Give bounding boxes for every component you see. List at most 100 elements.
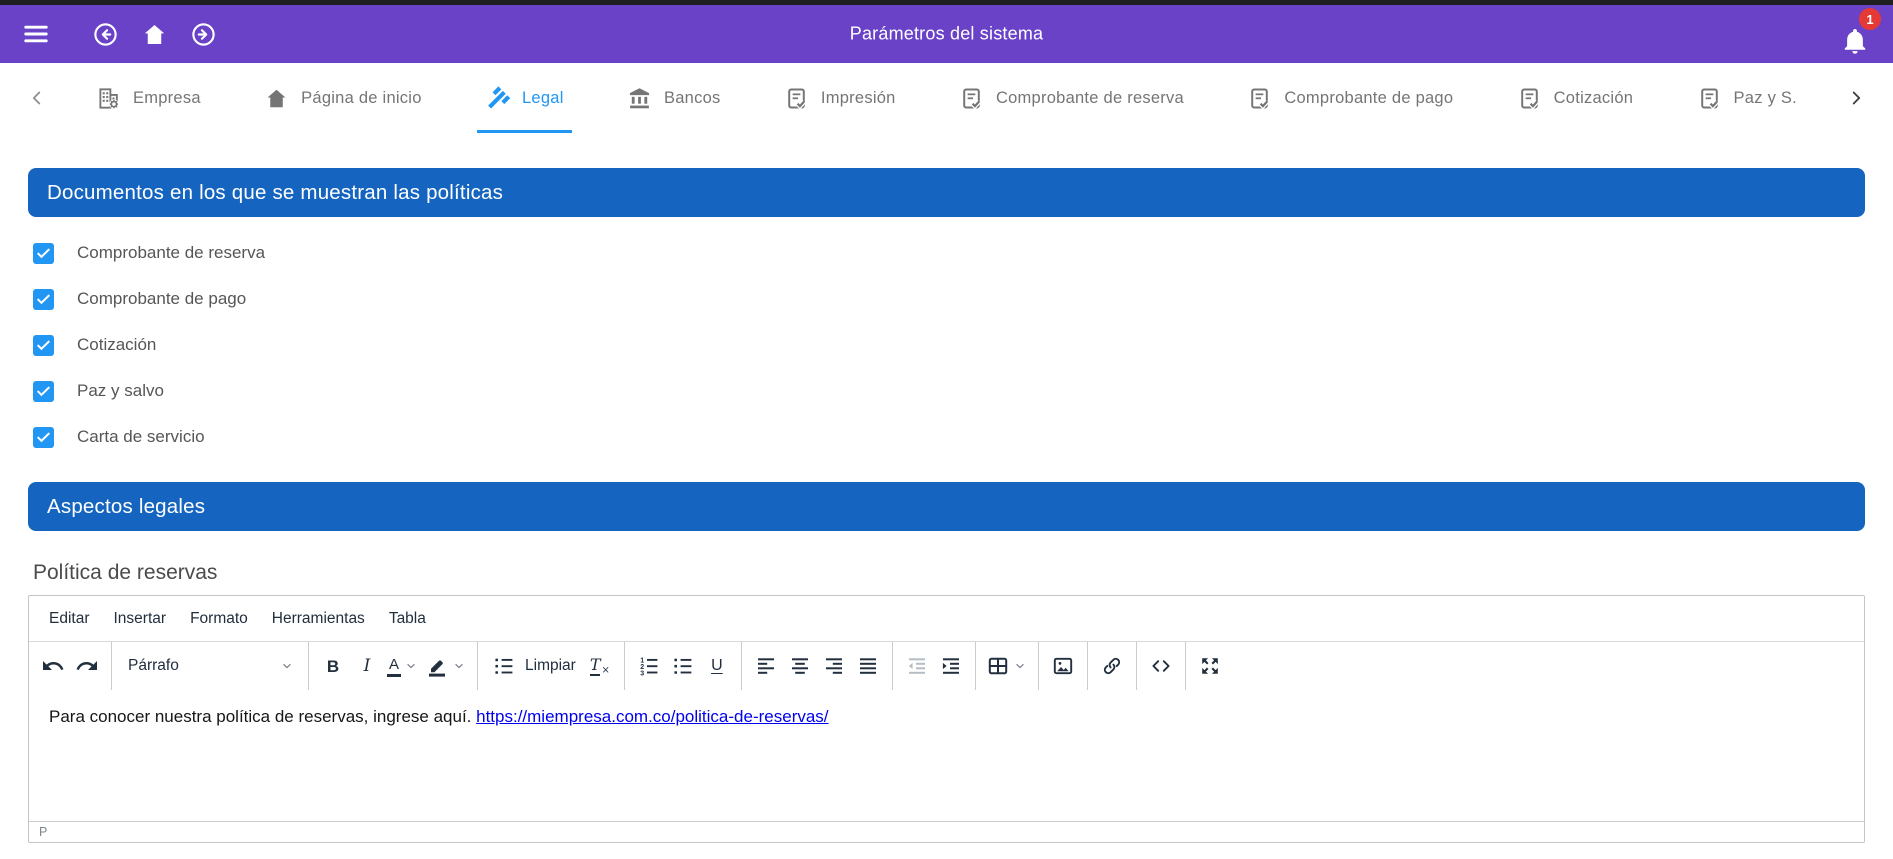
toolbar-group: [1038, 642, 1087, 690]
image-icon: [1051, 654, 1075, 678]
menu-insertar[interactable]: Insertar: [105, 605, 176, 633]
text-color-button[interactable]: A: [384, 649, 422, 683]
check-icon: [35, 383, 52, 400]
editor-paragraph: Para conocer nuestra política de reserva…: [49, 705, 1844, 729]
checkbox-carta-de-servicio[interactable]: [33, 427, 54, 448]
checkbox-row: Carta de servicio: [33, 414, 1865, 460]
outdent-button[interactable]: [900, 649, 934, 683]
section-header-legal: Aspectos legales: [28, 482, 1865, 531]
bullet-list-button[interactable]: [666, 649, 700, 683]
tab-cotizacion[interactable]: Cotización: [1509, 63, 1642, 133]
bold-button[interactable]: B: [316, 649, 350, 683]
notifications-button[interactable]: 1: [1831, 10, 1879, 58]
clear-formatting-button[interactable]: T×: [583, 649, 617, 683]
undo-button[interactable]: [36, 649, 70, 683]
home-icon: [141, 21, 168, 48]
table-icon: [986, 654, 1010, 678]
back-button[interactable]: [83, 12, 127, 56]
highlight-color-button[interactable]: [422, 649, 470, 683]
checkbox-comprobante-de-pago[interactable]: [33, 289, 54, 310]
editor-content[interactable]: Para conocer nuestra política de reserva…: [29, 690, 1864, 821]
glyph-clear: T×: [590, 657, 610, 676]
menu-formato[interactable]: Formato: [181, 605, 257, 633]
tab-bancos[interactable]: Bancos: [619, 63, 729, 133]
paragraph-format-select[interactable]: Párrafo: [119, 649, 301, 683]
tab-comprobante-de-reserva[interactable]: Comprobante de reserva: [951, 63, 1192, 133]
checkbox-label: Paz y salvo: [77, 381, 164, 401]
menu-button[interactable]: [14, 12, 58, 56]
tab-label: Cotización: [1554, 89, 1634, 108]
tab-comprobante-de-pago[interactable]: Comprobante de pago: [1239, 63, 1461, 133]
underline-button[interactable]: U: [700, 649, 734, 683]
align-center-button[interactable]: [783, 649, 817, 683]
source-code-button[interactable]: [1144, 649, 1178, 683]
table-button[interactable]: [983, 649, 1031, 683]
gavel-icon: [485, 86, 510, 111]
italic-button[interactable]: I: [350, 649, 384, 683]
document-check-icon: [784, 86, 809, 111]
checkbox-paz-y-salvo[interactable]: [33, 381, 54, 402]
checkbox-row: Comprobante de pago: [33, 276, 1865, 322]
indent-button[interactable]: [934, 649, 968, 683]
section-header-documents: Documentos en los que se muestran las po…: [28, 168, 1865, 217]
menu-herramientas[interactable]: Herramientas: [263, 605, 374, 633]
bullet-list-icon: [671, 654, 695, 678]
element-path[interactable]: P: [39, 825, 47, 839]
menu-tabla[interactable]: Tabla: [380, 605, 435, 633]
forward-button[interactable]: [181, 12, 225, 56]
checkbox-row: Paz y salvo: [33, 368, 1865, 414]
policy-link[interactable]: https://miempresa.com.co/politica-de-res…: [476, 707, 828, 726]
checkbox-label: Cotización: [77, 335, 156, 355]
building-gear-icon: [96, 86, 121, 111]
home-icon: [264, 86, 289, 111]
document-check-icon: [959, 86, 984, 111]
glyph-color-a: A: [387, 656, 401, 677]
align-justify-button[interactable]: [851, 649, 885, 683]
tabs-scroll-left-button[interactable]: [20, 76, 54, 120]
numbered-list-icon: [637, 654, 661, 678]
tab-legal[interactable]: Legal: [477, 63, 572, 133]
document-check-icon: [1517, 86, 1542, 111]
policy-field-label: Política de reservas: [33, 561, 1865, 585]
rich-text-editor: EditarInsertarFormatoHerramientasTabla P…: [28, 595, 1865, 843]
redo-button[interactable]: [70, 649, 104, 683]
clean-button[interactable]: Limpiar: [485, 649, 583, 683]
tab-paz-y-s[interactable]: Paz y S.: [1689, 63, 1805, 133]
arrow-circle-left-icon: [92, 21, 119, 48]
insert-link-button[interactable]: [1095, 649, 1129, 683]
outdent-icon: [905, 654, 929, 678]
document-check-icon: [1697, 86, 1722, 111]
home-button[interactable]: [132, 12, 176, 56]
tab-bar: Empresa Página de inicio Legal Bancos Impres…: [0, 63, 1893, 133]
insert-image-button[interactable]: [1046, 649, 1080, 683]
menu-editar[interactable]: Editar: [40, 605, 99, 633]
checkbox-comprobante-de-reserva[interactable]: [33, 243, 54, 264]
chevron-left-icon: [26, 87, 48, 109]
fullscreen-button[interactable]: [1193, 649, 1227, 683]
toolbar-group: [1185, 642, 1234, 690]
notification-badge: 1: [1859, 8, 1881, 30]
align-left-icon: [754, 654, 778, 678]
align-right-button[interactable]: [817, 649, 851, 683]
toolbar-group: [1087, 642, 1136, 690]
checkbox-label: Comprobante de reserva: [77, 243, 265, 263]
tab-empresa[interactable]: Empresa: [88, 63, 209, 133]
numbered-list-button[interactable]: [632, 649, 666, 683]
chevron-down-icon: [451, 658, 467, 674]
checkbox-cotizacion[interactable]: [33, 335, 54, 356]
section-header-text: Aspectos legales: [47, 495, 205, 519]
main-content: Documentos en los que se muestran las po…: [0, 168, 1893, 843]
toolbar-group: [29, 642, 111, 690]
toolbar-group: BIA: [308, 642, 477, 690]
tab-impresion[interactable]: Impresión: [776, 63, 904, 133]
checkbox-label: Comprobante de pago: [77, 289, 246, 309]
tabs-scroll-right-button[interactable]: [1839, 76, 1873, 120]
section-header-text: Documentos en los que se muestran las po…: [47, 181, 503, 205]
bullet-list-icon: [492, 654, 516, 678]
align-left-button[interactable]: [749, 649, 783, 683]
arrow-circle-right-icon: [190, 21, 217, 48]
tab-label: Comprobante de reserva: [996, 89, 1184, 108]
tab-pagina-de-inicio[interactable]: Página de inicio: [256, 63, 430, 133]
screen: Parámetros del sistema 1 EmpresaPágina d…: [0, 0, 1893, 843]
chevron-down-icon: [279, 658, 295, 674]
